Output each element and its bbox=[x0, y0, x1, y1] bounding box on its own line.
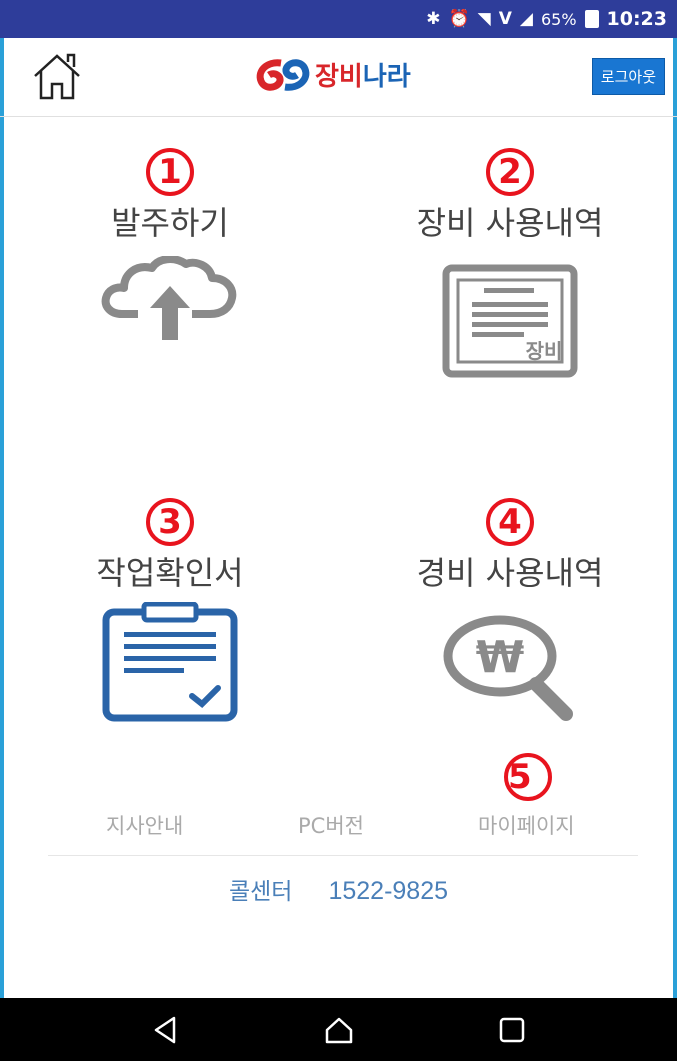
signal-icon: ◢ bbox=[519, 9, 533, 29]
clock: 10:23 bbox=[606, 8, 667, 30]
wifi-icon: ◥ bbox=[477, 9, 491, 29]
logo-text-red: 장비 bbox=[315, 62, 363, 92]
menu-work-confirmation-tile[interactable]: 3 작업확인서 bbox=[80, 498, 260, 722]
home-icon[interactable] bbox=[30, 50, 84, 104]
marker-number-2: 2 bbox=[486, 148, 534, 196]
marker-number-3: 3 bbox=[146, 498, 194, 546]
battery-percent: 65% bbox=[540, 9, 577, 29]
recents-icon[interactable] bbox=[496, 1014, 528, 1046]
won-magnifier-icon: ₩ bbox=[443, 615, 573, 721]
home-nav-icon[interactable] bbox=[323, 1014, 355, 1046]
pc-version-link[interactable]: PC버전 bbox=[298, 810, 364, 840]
app-logo[interactable]: 장비나라 bbox=[255, 56, 411, 93]
logout-button[interactable]: 로그아웃 bbox=[591, 58, 665, 95]
alarm-icon: ⏰ bbox=[448, 9, 470, 29]
system-nav-bar bbox=[0, 998, 677, 1061]
logo-mark-icon bbox=[256, 58, 310, 91]
callcenter-label: 콜센터 bbox=[228, 879, 293, 905]
menu-work-confirmation-label: 작업확인서 bbox=[96, 554, 244, 592]
branch-info-link[interactable]: 지사안내 bbox=[106, 810, 183, 840]
back-icon[interactable] bbox=[150, 1014, 182, 1046]
callcenter-phone[interactable]: 1522-9825 bbox=[328, 877, 448, 905]
menu-equipment-history-label: 장비 사용내역 bbox=[416, 204, 604, 242]
equipment-document-icon: 장비 bbox=[442, 264, 578, 378]
battery-icon bbox=[584, 10, 599, 28]
cloud-upload-icon bbox=[101, 256, 237, 340]
bluetooth-icon: ✱ bbox=[426, 9, 441, 29]
equipment-icon-text: 장비 bbox=[526, 339, 563, 363]
logo-text-blue: 나라 bbox=[362, 62, 411, 92]
menu-expense-history-tile[interactable]: 4 경비 사용내역 ₩ bbox=[390, 498, 630, 724]
callcenter[interactable]: 콜센터 1522-9825 bbox=[0, 872, 677, 906]
menu-order-label: 발주하기 bbox=[111, 204, 229, 242]
status-bar: ✱ ⏰ ◥ V ◢ 65% 10:23 bbox=[0, 0, 677, 38]
marker-number-1: 1 bbox=[146, 148, 194, 196]
app-header: 장비나라 로그아웃 bbox=[0, 38, 677, 117]
footer-divider bbox=[48, 855, 638, 856]
menu-equipment-history-tile[interactable]: 2 장비 사용내역 장비 bbox=[390, 148, 630, 378]
menu-order-tile[interactable]: 1 발주하기 bbox=[80, 148, 260, 340]
volte-icon: V bbox=[498, 9, 512, 29]
won-symbol: ₩ bbox=[476, 632, 525, 683]
my-page-link[interactable]: 마이페이지 bbox=[478, 810, 575, 840]
marker-number-5: 5 bbox=[504, 753, 552, 801]
marker-number-4: 4 bbox=[486, 498, 534, 546]
menu-expense-history-label: 경비 사용내역 bbox=[416, 554, 604, 592]
clipboard-check-icon bbox=[102, 602, 238, 722]
